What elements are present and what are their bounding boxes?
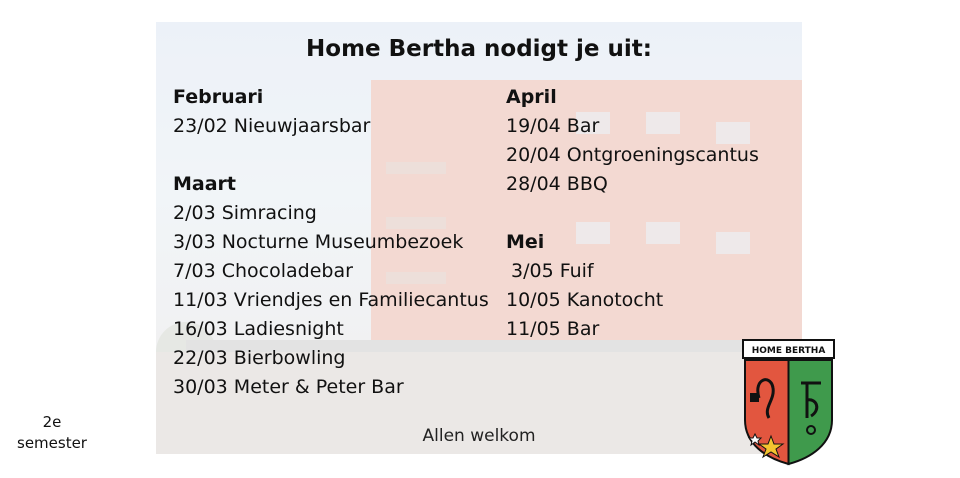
event-item: 19/04 Bar <box>506 115 600 137</box>
event-item: 7/03 Chocoladebar <box>173 260 353 282</box>
event-item: 10/05 Kanotocht <box>506 289 664 311</box>
event-item: 22/03 Bierbowling <box>173 347 346 369</box>
event-item: 28/04 BBQ <box>506 173 608 195</box>
crest-left-figure <box>750 393 759 402</box>
home-bertha-crest-logo: HOME BERTHA <box>742 339 835 466</box>
month-heading: Mei <box>506 231 545 253</box>
semester-label-line: 2e <box>42 413 62 431</box>
footer-text: Allen welkom <box>422 426 536 446</box>
event-item: 30/03 Meter & Peter Bar <box>173 376 404 398</box>
crest-banner-text: HOME BERTHA <box>752 346 826 356</box>
crest-right-field <box>787 359 833 466</box>
event-item: 11/05 Bar <box>506 318 600 340</box>
month-heading: Maart <box>173 173 237 195</box>
month-heading: April <box>506 86 557 108</box>
left-column: Februari 23/02 Nieuwjaarsbar Maart 2/03 … <box>173 83 489 402</box>
page-title: Home Bertha nodigt je uit: <box>306 36 652 62</box>
event-item: 20/04 Ontgroeningscantus <box>506 144 759 166</box>
event-item: 23/02 Nieuwjaarsbar <box>173 115 371 137</box>
right-column: April 19/04 Bar 20/04 Ontgroeningscantus… <box>506 83 759 344</box>
semester-label: 2e semester <box>0 412 104 454</box>
invitation-card: Home Bertha nodigt je uit: Februari 23/0… <box>156 22 802 454</box>
semester-label-line: semester <box>17 434 87 452</box>
event-item: 3/05 Fuif <box>511 260 594 282</box>
event-item: 3/03 Nocturne Museumbezoek <box>173 231 464 253</box>
event-item: 11/03 Vriendjes en Familiecantus <box>173 289 489 311</box>
event-item: 16/03 Ladiesnight <box>173 318 344 340</box>
event-item: 2/03 Simracing <box>173 202 317 224</box>
month-heading: Februari <box>173 86 264 108</box>
